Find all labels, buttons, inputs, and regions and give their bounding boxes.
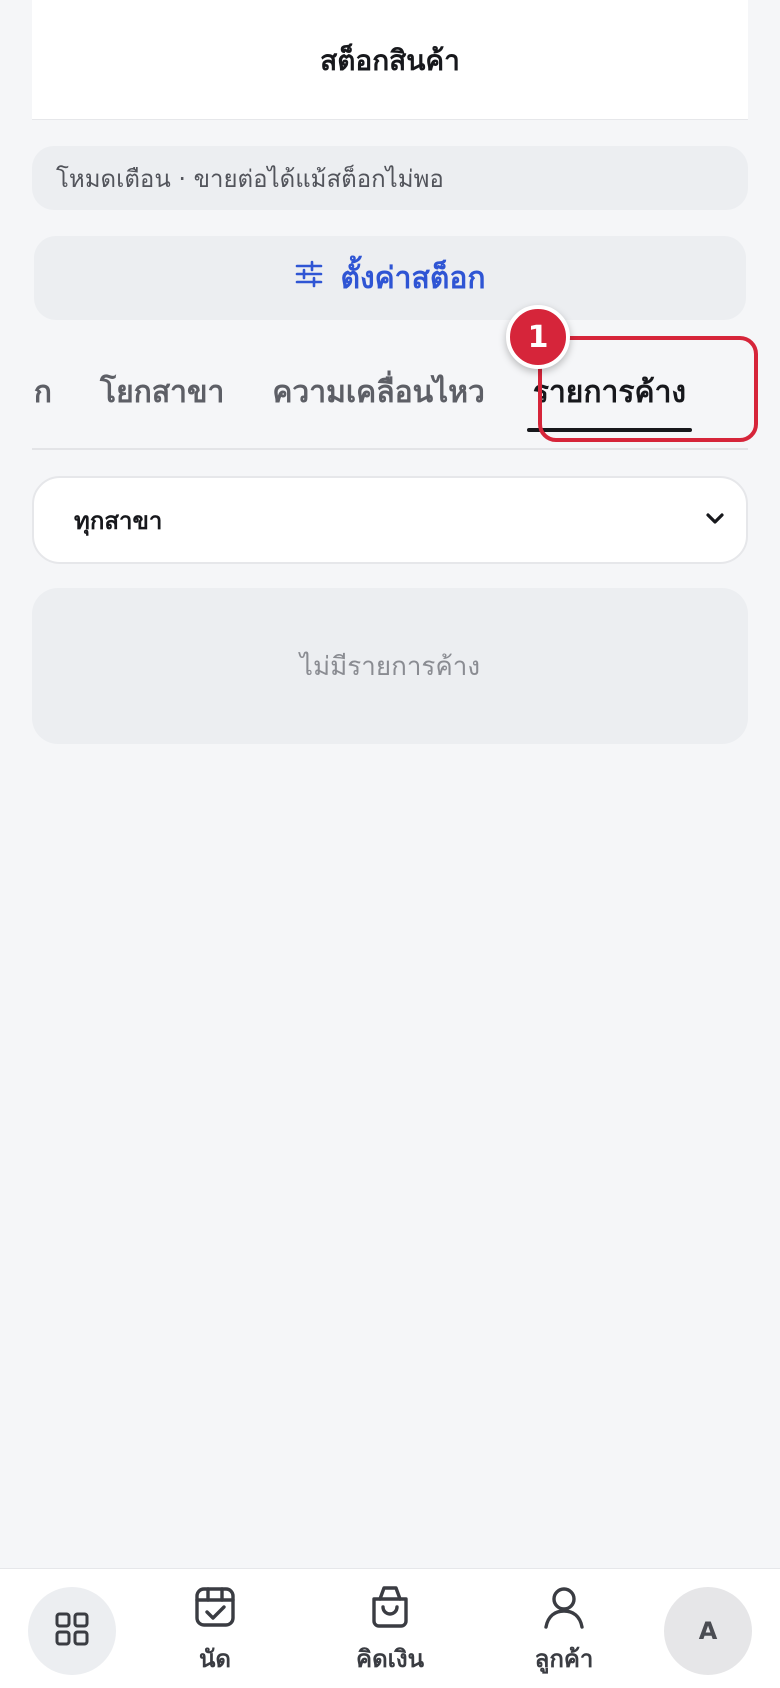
stock-page: สต็อกสินค้า โหมดเตือน · ขายต่อได้แม้สต็อ… xyxy=(0,0,780,1688)
sliders-icon xyxy=(294,259,324,297)
step-badge: 1 xyxy=(506,305,570,369)
nav-menu-button[interactable] xyxy=(28,1587,116,1675)
user-icon xyxy=(540,1583,588,1635)
shopping-bag-icon xyxy=(366,1583,414,1635)
page-title: สต็อกสินค้า xyxy=(320,43,460,77)
tab-bar: สต็อก โยกสาขา ความเคลื่อนไหว รายการค้าง xyxy=(32,336,748,450)
mode-notice: โหมดเตือน · ขายต่อได้แม้สต็อกไม่พอ xyxy=(32,146,748,210)
nav-checkout-label: คิดเงิน xyxy=(356,1645,424,1673)
nav-appointments[interactable]: นัด xyxy=(155,1583,275,1683)
branch-select[interactable]: ทุกสาขา xyxy=(32,476,748,564)
nav-appointments-label: นัด xyxy=(199,1645,231,1673)
nav-customers-label: ลูกค้า xyxy=(534,1645,594,1673)
tab-transfer[interactable]: โยกสาขา xyxy=(76,336,248,448)
stock-settings-label: ตั้งค่าสต็อก xyxy=(340,260,486,296)
chevron-down-icon xyxy=(702,505,728,535)
nav-customers[interactable]: ลูกค้า xyxy=(504,1583,624,1683)
avatar[interactable]: A xyxy=(664,1587,752,1675)
bottom-nav: นัด คิดเงิน ลูกค้า A xyxy=(0,1568,780,1688)
app-header: สต็อกสินค้า xyxy=(32,0,748,120)
calendar-check-icon xyxy=(191,1583,239,1635)
grid-icon xyxy=(54,1611,90,1651)
nav-checkout[interactable]: คิดเงิน xyxy=(330,1583,450,1683)
tab-movement[interactable]: ความเคลื่อนไหว xyxy=(248,336,508,448)
empty-state: ไม่มีรายการค้าง xyxy=(32,588,748,744)
stock-settings-button[interactable]: ตั้งค่าสต็อก xyxy=(34,236,746,320)
branch-select-value: ทุกสาขา xyxy=(74,506,163,535)
tab-stock[interactable]: สต็อก xyxy=(32,336,76,448)
